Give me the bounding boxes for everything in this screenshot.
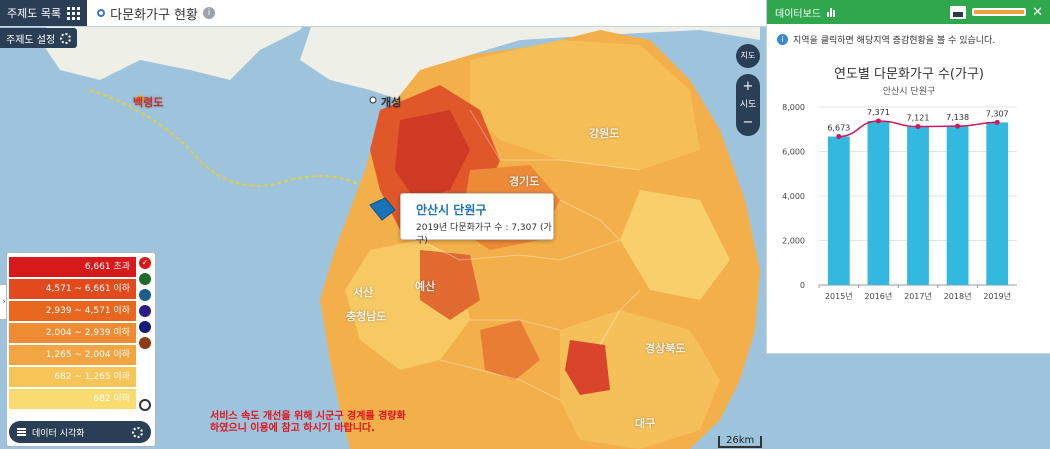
ferry-route: [89, 89, 361, 187]
bar: [907, 126, 929, 285]
zoom-control: 지도 + 시도 −: [736, 44, 760, 136]
x-tick-label: 2016년: [865, 291, 893, 301]
legend-item[interactable]: 682 이하: [9, 389, 136, 409]
region-tooltip: 안산시 단원구 2019년 다문화가구 수 : 7,307 (가구): [400, 193, 554, 246]
tooltip-region-name: 안산시 단원구: [416, 203, 487, 217]
theme-setting-label: 주제도 설정: [6, 34, 56, 46]
data-visualization-button[interactable]: 데이터 시각화: [9, 421, 151, 443]
legend-item[interactable]: 682 ~ 1,265 이하: [9, 367, 136, 387]
bar: [986, 122, 1009, 285]
bar: [827, 136, 850, 285]
legend-panel: 6,661 초과 4,571 ~ 6,661 이하 2,939 ~ 4,571 …: [6, 252, 156, 447]
color-scheme-swatch[interactable]: [139, 337, 151, 349]
trend-point: [875, 118, 881, 124]
y-tick-label: 6,000: [782, 148, 805, 157]
info-icon[interactable]: i: [202, 7, 215, 19]
no-color-icon[interactable]: [139, 399, 151, 411]
bar: [946, 126, 969, 285]
data-label: 6,673: [827, 124, 850, 133]
place-label: 개성: [381, 96, 402, 109]
kaesong-city-marker: [369, 96, 377, 104]
trend-point: [836, 134, 842, 140]
color-scheme-swatch[interactable]: [139, 273, 151, 285]
y-tick-label: 4,000: [782, 192, 805, 201]
x-tick-label: 2017년: [904, 291, 932, 301]
data-label: 7,307: [986, 109, 1009, 118]
dashboard-info: i 지역을 클릭하면 해당지역 증감현황을 볼 수 있습니다.: [777, 33, 995, 46]
x-tick-label: 2015년: [825, 291, 853, 301]
opacity-slider[interactable]: [972, 8, 1027, 16]
place-label: 백령도: [133, 96, 164, 109]
y-tick-label: 2,000: [782, 237, 805, 246]
list-icon: [17, 427, 26, 437]
zoom-in-button[interactable]: +: [736, 78, 760, 96]
image-capture-icon[interactable]: [950, 5, 967, 19]
dashboard-info-text: 지역을 클릭하면 해당지역 증감현황을 볼 수 있습니다.: [793, 36, 996, 46]
color-scheme-selected-check-icon[interactable]: ✓: [139, 257, 151, 269]
legend-item[interactable]: 2,004 ~ 2,939 이하: [9, 323, 136, 343]
place-label: 서산: [353, 286, 374, 299]
trend-point: [955, 123, 961, 129]
info-icon: i: [777, 34, 788, 45]
place-label: 경상북도: [645, 342, 686, 355]
legend-item[interactable]: 6,661 초과: [9, 257, 136, 277]
dashboard-header: 데이터보드 ✕: [767, 0, 1050, 24]
bar-chart-icon: [827, 7, 835, 17]
color-scheme-swatch[interactable]: [139, 305, 151, 317]
service-notice: 서비스 속도 개선을 위해 시군구 경계를 경량화 하였으니 이용에 참고 하시…: [210, 411, 406, 435]
x-tick-label: 2018년: [944, 291, 972, 301]
place-label: 예산: [415, 280, 436, 293]
tooltip-detail: 2019년 다문화가구 수 : 7,307 (가구): [416, 223, 552, 246]
y-tick-label: 8,000: [782, 103, 805, 112]
data-label: 7,138: [946, 113, 969, 122]
legend-item[interactable]: 4,571 ~ 6,661 이하: [9, 279, 136, 299]
island-marker: [349, 211, 355, 217]
gear-icon: [60, 32, 72, 44]
notice-line: 하였으니 이용에 참고 하시기 바랍니다.: [210, 423, 375, 434]
legend-item[interactable]: 2,939 ~ 4,571 이하: [9, 301, 136, 321]
color-scheme-swatch[interactable]: [139, 321, 151, 333]
place-label: 충청남도: [346, 310, 387, 323]
place-label: 경기도: [509, 175, 540, 188]
y-tick-label: 0: [800, 281, 805, 290]
theme-list-button[interactable]: 주제도 목록: [0, 0, 88, 26]
x-tick-label: 2019년: [983, 291, 1011, 301]
map-title: 다문화가구 현황 i: [87, 4, 215, 23]
gear-icon: [132, 426, 143, 438]
chart-title: 연도별 다문화가구 수(가구): [834, 67, 984, 82]
yearly-bar-chart: 0 2,000 4,000 6,000 8,000 6,673 2015년 7,371 2016…: [782, 103, 1017, 301]
notice-line: 서비스 속도 개선을 위해 시군구 경계를 경량화: [210, 411, 406, 422]
top-bar: 주제도 목록 다문화가구 현황 i: [0, 0, 766, 27]
data-visualization-label: 데이터 시각화: [32, 428, 85, 439]
place-label: 대구: [635, 417, 656, 430]
close-icon[interactable]: ✕: [1032, 6, 1043, 19]
dashboard-panel: 데이터보드 ✕ i 지역을 클릭하면 해당지역 증감현황을 볼 수 있습니다. …: [766, 0, 1050, 354]
map-mode-button[interactable]: 지도: [736, 44, 760, 68]
data-label: 7,371: [867, 108, 890, 117]
place-label: 강원도: [589, 127, 620, 140]
theme-list-label: 주제도 목록: [7, 7, 62, 20]
map-mode-label: 지도: [740, 51, 756, 60]
bar: [867, 120, 890, 285]
color-scheme-swatch[interactable]: [139, 289, 151, 301]
title-bullet-icon: [97, 9, 106, 17]
map-title-text: 다문화가구 현황: [110, 7, 198, 23]
trend-point: [994, 119, 1000, 125]
grid-menu-icon: [67, 6, 81, 20]
data-label: 7,121: [907, 114, 930, 123]
dashboard-title: 데이터보드: [775, 8, 821, 20]
theme-setting-button[interactable]: 주제도 설정: [0, 28, 78, 48]
trend-point: [915, 124, 921, 130]
zoom-stack: + 시도 −: [736, 74, 760, 136]
zoom-out-button[interactable]: −: [736, 114, 760, 132]
scale-bar: 26km: [718, 436, 763, 448]
zoom-level-label: 시도: [739, 100, 757, 110]
legend-item[interactable]: 1,265 ~ 2,004 이하: [9, 345, 136, 365]
